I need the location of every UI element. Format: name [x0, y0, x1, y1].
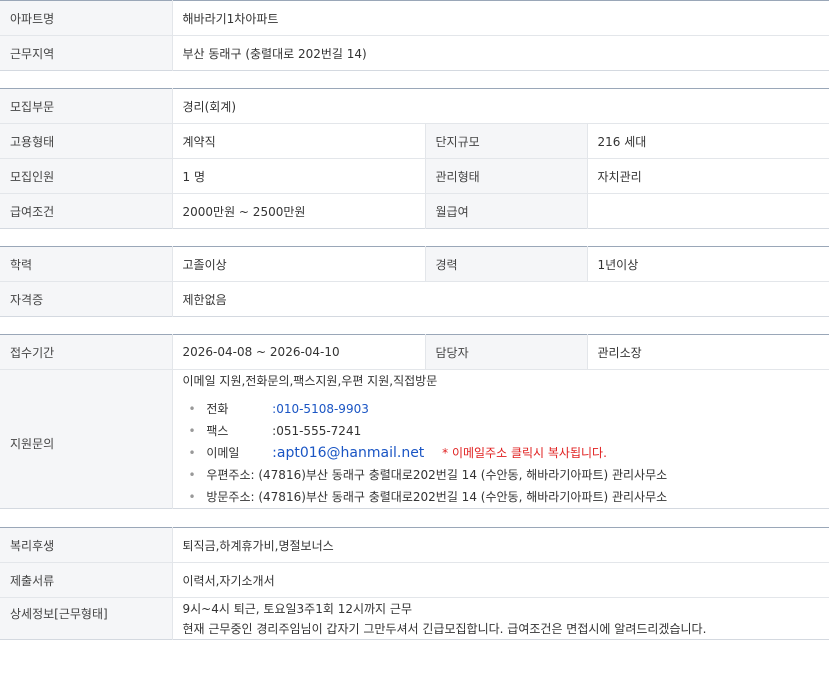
work-area-value: 부산 동래구 (충렬대로 202번길 14) [182, 46, 367, 61]
manager-value: 관리소장 [587, 334, 829, 370]
postal-value: : (47816)부산 동래구 충렬대로202번길 14 (수안동, 해바라기아… [250, 468, 668, 482]
inquiry-label: 지원문의 [0, 369, 173, 509]
work-area-label: 근무지역 [0, 35, 173, 71]
section-benefits: 복리후생 퇴직금,하계휴가비,명절보너스 제출서류 이력서,자기소개서 상세정보… [0, 527, 829, 640]
email-copy-note: * 이메일주소 클릭시 복사됩니다. [442, 446, 607, 460]
row-employment: 고용형태 계약직 단지규모 216 세대 [0, 123, 830, 159]
employment-type-label: 고용형태 [0, 123, 173, 159]
row-inquiry: 지원문의 이메일 지원,전화문의,팩스지원,우편 지원,직접방문 • 전화 :0… [0, 369, 829, 509]
documents-value: 이력서,자기소개서 [172, 562, 829, 598]
row-period: 접수기간 2026-04-08 ~ 2026-04-10 담당자 관리소장 [0, 334, 829, 370]
pay-type-label: 월급여 [425, 193, 588, 229]
manager-label: 담당자 [425, 334, 588, 370]
education-value: 고졸이상 [172, 246, 426, 282]
row-education: 학력 고졸이상 경력 1년이상 [0, 246, 829, 282]
visit-value: : (47816)부산 동래구 충렬대로202번길 14 (수안동, 해바라기아… [250, 490, 668, 504]
management-type-label: 관리형태 [425, 158, 588, 194]
welfare-label: 복리후생 [0, 527, 173, 563]
detail-content: 9시~4시 퇴근, 토요일3주1회 12시까지 근무 현재 근무중인 경리주임님… [172, 598, 829, 640]
job-posting-detail: 아파트명 해바라기1차아파트 근무지역 부산 동래구 (충렬대로 202번길 1… [0, 0, 835, 640]
certificate-value: 제한없음 [182, 292, 227, 307]
recruit-field-label: 모집부문 [0, 88, 173, 124]
email-label: 이메일 [206, 446, 240, 460]
recruit-field-value: 경리(회계) [172, 88, 830, 124]
fax-label: 팩스 [206, 424, 229, 438]
management-type-value: 자치관리 [587, 158, 830, 194]
row-apartment-name: 아파트명 해바라기1차아파트 [0, 0, 829, 36]
email-link[interactable]: :apt016@hanmail.net [272, 445, 424, 461]
experience-label: 경력 [425, 246, 588, 282]
row-certificate: 자격증 제한없음 [0, 281, 829, 317]
certificate-label: 자격증 [0, 281, 173, 317]
salary-label: 급여조건 [0, 193, 173, 229]
row-welfare: 복리후생 퇴직금,하계휴가비,명절보너스 [0, 527, 829, 563]
fax-value: :051-555-7241 [272, 424, 362, 438]
employment-type-value: 계약직 [172, 123, 426, 159]
contact-list: • 전화 :010-5108-9903 • 팩스 :051-555-7241 •… [183, 398, 820, 508]
welfare-value: 퇴직금,하계휴가비,명절보너스 [172, 527, 829, 563]
detail-label: 상세정보[근무형태] [0, 597, 173, 640]
salary-value: 2000만원 ~ 2500만원 [172, 193, 426, 229]
inquiry-methods: 이메일 지원,전화문의,팩스지원,우편 지원,직접방문 [182, 374, 438, 388]
education-label: 학력 [0, 246, 173, 282]
period-value: 2026-04-08 ~ 2026-04-10 [172, 334, 426, 370]
period-label: 접수기간 [0, 334, 173, 370]
bullet-icon: • [188, 446, 196, 460]
bullet-icon: • [188, 468, 196, 482]
row-headcount: 모집인원 1 명 관리형태 자치관리 [0, 158, 830, 194]
bullet-icon: • [188, 490, 196, 504]
complex-size-value: 216 세대 [587, 123, 830, 159]
complex-size-label: 단지규모 [425, 123, 588, 159]
section-qualification: 학력 고졸이상 경력 1년이상 자격증 제한없음 [0, 246, 829, 317]
headcount-value: 1 명 [172, 158, 426, 194]
contact-email: • 이메일 :apt016@hanmail.net * 이메일주소 클릭시 복사… [189, 442, 820, 464]
headcount-label: 모집인원 [0, 158, 173, 194]
phone-link[interactable]: :010-5108-9903 [272, 402, 369, 416]
detail-line: 현재 근무중인 경리주임님이 갑자기 그만두셔서 긴급모집합니다. 급여조건은 … [182, 621, 707, 636]
contact-fax: • 팩스 :051-555-7241 [189, 420, 820, 442]
row-salary: 급여조건 2000만원 ~ 2500만원 월급여 [0, 193, 829, 229]
phone-label: 전화 [206, 402, 229, 416]
section-recruitment: 모집부문 경리(회계) 고용형태 계약직 단지규모 216 세대 모집인원 1 … [0, 88, 830, 229]
contact-phone: • 전화 :010-5108-9903 [189, 398, 820, 420]
inquiry-content: 이메일 지원,전화문의,팩스지원,우편 지원,직접방문 • 전화 :010-51… [172, 370, 829, 509]
section-application: 접수기간 2026-04-08 ~ 2026-04-10 담당자 관리소장 지원… [0, 334, 829, 509]
apartment-name-value: 해바라기1차아파트 [172, 0, 829, 36]
section-apartment: 아파트명 해바라기1차아파트 근무지역 부산 동래구 (충렬대로 202번길 1… [0, 0, 829, 71]
documents-label: 제출서류 [0, 562, 173, 598]
bullet-icon: • [188, 424, 196, 438]
row-detail: 상세정보[근무형태] 9시~4시 퇴근, 토요일3주1회 12시까지 근무 현재… [0, 597, 829, 640]
visit-label: 방문주소 [206, 490, 251, 504]
row-recruit-field: 모집부문 경리(회계) [0, 88, 830, 124]
pay-type-value [587, 194, 829, 229]
contact-postal: • 우편주소: (47816)부산 동래구 충렬대로202번길 14 (수안동,… [189, 464, 820, 486]
apartment-name-label: 아파트명 [0, 0, 173, 36]
bullet-icon: • [188, 402, 196, 416]
detail-line: 9시~4시 퇴근, 토요일3주1회 12시까지 근무 [182, 601, 413, 616]
experience-value: 1년이상 [587, 246, 829, 282]
postal-label: 우편주소 [206, 468, 251, 482]
row-documents: 제출서류 이력서,자기소개서 [0, 562, 829, 598]
contact-visit: • 방문주소: (47816)부산 동래구 충렬대로202번길 14 (수안동,… [189, 486, 820, 508]
row-work-area: 근무지역 부산 동래구 (충렬대로 202번길 14) [0, 35, 829, 71]
